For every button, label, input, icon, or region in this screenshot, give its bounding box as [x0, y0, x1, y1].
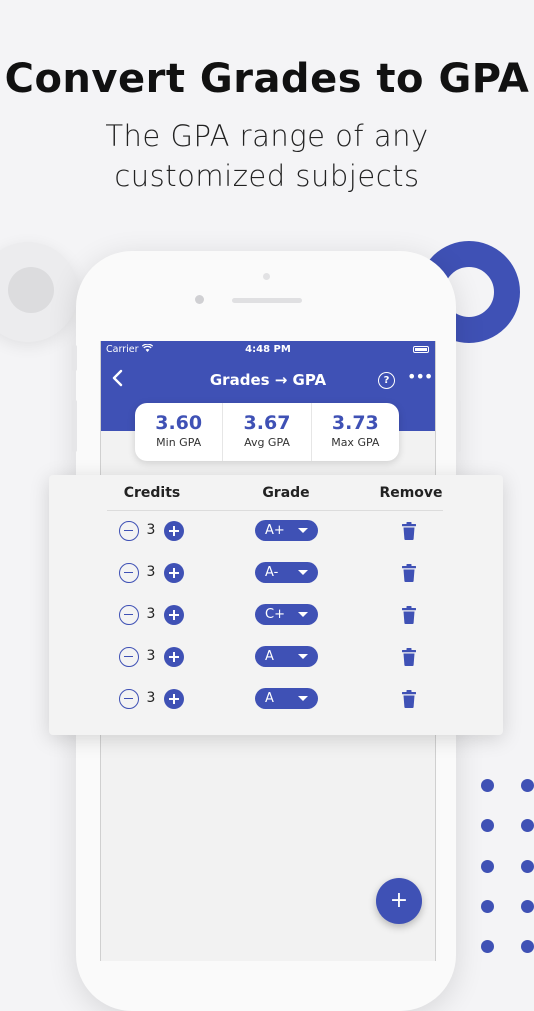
promo-subline: The GPA range of any customized subjects [105, 119, 429, 193]
trash-icon[interactable] [402, 648, 416, 666]
decorative-dot [521, 779, 534, 792]
gpa-summary-card: 3.60 Min GPA 3.67 Avg GPA 3.73 Max GPA [135, 403, 399, 461]
avg-gpa-label: Avg GPA [244, 436, 290, 449]
grade-value: A- [265, 565, 279, 580]
caret-down-icon [298, 612, 308, 617]
phone-side-button [72, 345, 77, 371]
credits-value: 3 [146, 564, 156, 580]
max-gpa-cell: 3.73 Max GPA [312, 403, 399, 461]
decrease-credits-button[interactable] [119, 605, 139, 625]
grade-dropdown[interactable]: C+ [255, 604, 318, 625]
grade-value: C+ [265, 607, 285, 622]
decrease-credits-button[interactable] [119, 563, 139, 583]
max-gpa-value: 3.73 [331, 412, 379, 434]
table-row: 3 A- [49, 558, 503, 588]
grade-dropdown[interactable]: A [255, 688, 318, 709]
header-divider [107, 510, 443, 511]
battery-icon [413, 346, 429, 353]
decorative-dot [481, 860, 494, 873]
decorative-dot [481, 900, 494, 913]
credits-value: 3 [146, 690, 156, 706]
grades-table: Credits Grade Remove 3 A+ 3 A- 3 C+ 3 A … [49, 475, 503, 735]
decorative-dot [481, 819, 494, 832]
status-time: 4:48 PM [245, 344, 291, 355]
decorative-dot [521, 860, 534, 873]
increase-credits-button[interactable] [164, 521, 184, 541]
min-gpa-cell: 3.60 Min GPA [135, 403, 224, 461]
trash-icon[interactable] [402, 522, 416, 540]
decrease-credits-button[interactable] [119, 689, 139, 709]
caret-down-icon [298, 528, 308, 533]
increase-credits-button[interactable] [164, 647, 184, 667]
grade-value: A [265, 691, 274, 706]
avg-gpa-value: 3.67 [243, 412, 291, 434]
table-row: 3 C+ [49, 600, 503, 630]
credits-value: 3 [146, 648, 156, 664]
grade-dropdown[interactable]: A [255, 646, 318, 667]
trash-icon[interactable] [402, 690, 416, 708]
phone-speaker [232, 298, 302, 303]
grade-value: A [265, 649, 274, 664]
decorative-dot [481, 779, 494, 792]
caret-down-icon [298, 570, 308, 575]
header-remove: Remove [379, 485, 443, 501]
plus-icon: + [389, 888, 409, 913]
table-row: 3 A+ [49, 516, 503, 546]
decorative-gray-circle [0, 242, 78, 342]
help-circle-icon[interactable]: ? [378, 372, 395, 389]
header-credits: Credits [123, 485, 181, 501]
phone-camera [195, 295, 204, 304]
promo-headline: Convert Grades to GPA [4, 56, 530, 102]
credits-value: 3 [146, 522, 156, 538]
trash-icon[interactable] [402, 564, 416, 582]
max-gpa-label: Max GPA [331, 436, 380, 449]
increase-credits-button[interactable] [164, 563, 184, 583]
table-row: 3 A [49, 684, 503, 714]
add-subject-fab[interactable]: + [376, 878, 422, 924]
decorative-dot [521, 819, 534, 832]
phone-side-button [72, 400, 77, 452]
increase-credits-button[interactable] [164, 689, 184, 709]
credits-value: 3 [146, 606, 156, 622]
phone-side-button [456, 400, 461, 452]
decorative-dot [481, 940, 494, 953]
more-horizontal-icon[interactable]: ••• [407, 367, 433, 386]
grade-dropdown[interactable]: A- [255, 562, 318, 583]
trash-icon[interactable] [402, 606, 416, 624]
grade-dropdown[interactable]: A+ [255, 520, 318, 541]
decorative-dot [521, 900, 534, 913]
grade-value: A+ [265, 523, 285, 538]
table-row: 3 A [49, 642, 503, 672]
decorative-dot [521, 940, 534, 953]
min-gpa-label: Min GPA [156, 436, 202, 449]
decrease-credits-button[interactable] [119, 521, 139, 541]
decrease-credits-button[interactable] [119, 647, 139, 667]
caret-down-icon [298, 696, 308, 701]
increase-credits-button[interactable] [164, 605, 184, 625]
caret-down-icon [298, 654, 308, 659]
min-gpa-value: 3.60 [155, 412, 203, 434]
phone-sensor [263, 273, 270, 280]
header-grade: Grade [262, 485, 310, 501]
avg-gpa-cell: 3.67 Avg GPA [223, 403, 312, 461]
